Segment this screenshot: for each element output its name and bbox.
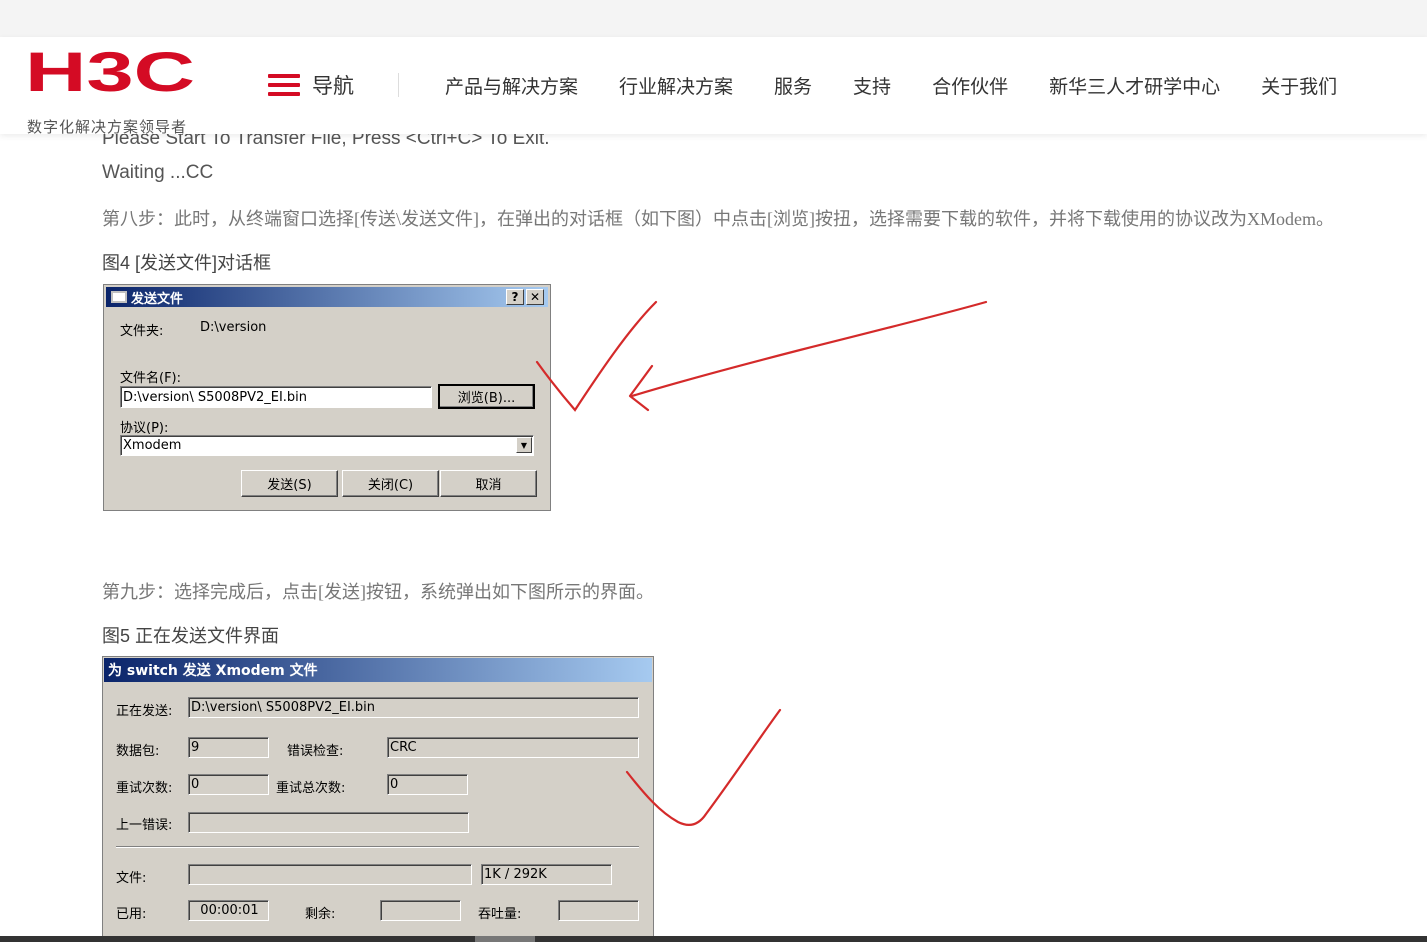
packets-label: 数据包: bbox=[116, 744, 160, 759]
sending-file-field: D:\version\ S5008PV2_EI.bin bbox=[188, 697, 639, 718]
total-retries-field: 0 bbox=[387, 774, 468, 795]
packets-field: 9 bbox=[188, 737, 269, 758]
nav-link-about[interactable]: 关于我们 bbox=[1261, 72, 1337, 99]
scrollbar-thumb[interactable] bbox=[475, 936, 535, 942]
step-9-text: 第九步：选择完成后，点击[发送]按钮，系统弹出如下图所示的界面。 bbox=[102, 582, 654, 602]
browse-button[interactable]: 浏览(B)... bbox=[438, 384, 535, 409]
send-file-dialog-titlebar: 发送文件 bbox=[106, 287, 548, 307]
dropdown-arrow-icon[interactable]: ▼ bbox=[516, 437, 532, 453]
retries-label: 重试次数: bbox=[116, 781, 173, 796]
logo-text: H3C bbox=[25, 49, 195, 95]
header-divider bbox=[398, 73, 399, 97]
h3c-logo-mark: H3C bbox=[25, 49, 195, 95]
nav-link-support[interactable]: 支持 bbox=[853, 72, 891, 99]
remaining-field bbox=[380, 900, 461, 921]
folder-value: D:\version bbox=[200, 320, 267, 335]
progress-dialog-titlebar: 为 switch 发送 Xmodem 文件 bbox=[104, 658, 652, 682]
logo-tagline: 数字化解决方案领导者 bbox=[27, 118, 188, 136]
elapsed-label: 已用: bbox=[116, 907, 147, 922]
error-check-label: 错误检查: bbox=[287, 744, 344, 759]
file-progress-field: 1K / 292K bbox=[481, 864, 612, 885]
elapsed-field: 00:00:01 bbox=[188, 900, 269, 921]
retries-field: 0 bbox=[188, 774, 269, 795]
divider bbox=[116, 846, 639, 848]
throughput-field bbox=[558, 900, 639, 921]
nav-menu-toggle[interactable]: 导航 bbox=[268, 73, 354, 98]
nav-link-industry[interactable]: 行业解决方案 bbox=[619, 72, 733, 99]
nav-menu-label: 导航 bbox=[312, 75, 354, 98]
send-file-dialog-title: 发送文件 bbox=[131, 291, 184, 307]
step-8-text: 第八步：此时，从终端窗口选择[传送\发送文件]，在弹出的对话框（如下图）中点击[… bbox=[102, 209, 1334, 229]
protocol-select[interactable]: Xmodem ▼ bbox=[120, 435, 534, 456]
nav-link-partners[interactable]: 合作伙伴 bbox=[932, 72, 1008, 99]
filename-label: 文件名(F): bbox=[120, 371, 182, 386]
main-nav: 产品与解决方案 行业解决方案 服务 支持 合作伙伴 新华三人才研学中心 关于我们 bbox=[445, 72, 1378, 99]
close-dialog-button[interactable]: 关闭(C) bbox=[342, 470, 439, 497]
send-button[interactable]: 发送(S) bbox=[241, 470, 338, 497]
file-progress-bar bbox=[188, 864, 472, 885]
article-content: Please Start To Transfer File, Press <Ct… bbox=[0, 0, 1427, 942]
remaining-label: 剩余: bbox=[305, 907, 336, 922]
console-line-2: Waiting ...CC bbox=[102, 162, 214, 183]
file-label: 文件: bbox=[116, 871, 147, 886]
help-button[interactable]: ? bbox=[506, 289, 524, 305]
bottom-scrollbar[interactable] bbox=[0, 936, 1427, 942]
protocol-selected-value: Xmodem bbox=[123, 438, 182, 453]
throughput-label: 吞吐量: bbox=[478, 907, 522, 922]
protocol-label: 协议(P): bbox=[120, 421, 169, 436]
nav-link-academy[interactable]: 新华三人才研学中心 bbox=[1049, 72, 1220, 99]
site-header: H3C 数字化解决方案领导者 导航 产品与解决方案 行业解决方案 服务 支持 合… bbox=[0, 37, 1427, 136]
cancel-button[interactable]: 取消 bbox=[440, 470, 537, 497]
progress-dialog-title: 为 switch 发送 Xmodem 文件 bbox=[108, 663, 318, 679]
sending-label: 正在发送: bbox=[116, 704, 173, 719]
figure-5-caption: 图5 正在发送文件界面 bbox=[102, 626, 280, 646]
folder-label: 文件夹: bbox=[120, 324, 164, 339]
window-icon bbox=[111, 291, 127, 303]
error-check-field: CRC bbox=[387, 737, 639, 758]
last-error-label: 上一错误: bbox=[116, 818, 173, 833]
filename-input[interactable]: D:\version\ S5008PV2_EI.bin bbox=[120, 386, 432, 408]
nav-link-products[interactable]: 产品与解决方案 bbox=[445, 72, 578, 99]
close-icon[interactable]: ✕ bbox=[526, 289, 544, 305]
nav-link-services[interactable]: 服务 bbox=[774, 72, 812, 99]
total-retries-label: 重试总次数: bbox=[276, 781, 346, 796]
last-error-field bbox=[188, 812, 469, 833]
h3c-logo[interactable]: H3C 数字化解决方案领导者 bbox=[25, 49, 197, 136]
send-file-dialog: 发送文件 ? ✕ 文件夹: D:\version 文件名(F): D:\vers… bbox=[103, 284, 551, 511]
figure-4-caption: 图4 [发送文件]对话框 bbox=[102, 253, 272, 273]
xmodem-progress-dialog: 为 switch 发送 Xmodem 文件 正在发送: D:\version\ … bbox=[102, 656, 654, 942]
hamburger-menu-icon bbox=[268, 74, 300, 96]
